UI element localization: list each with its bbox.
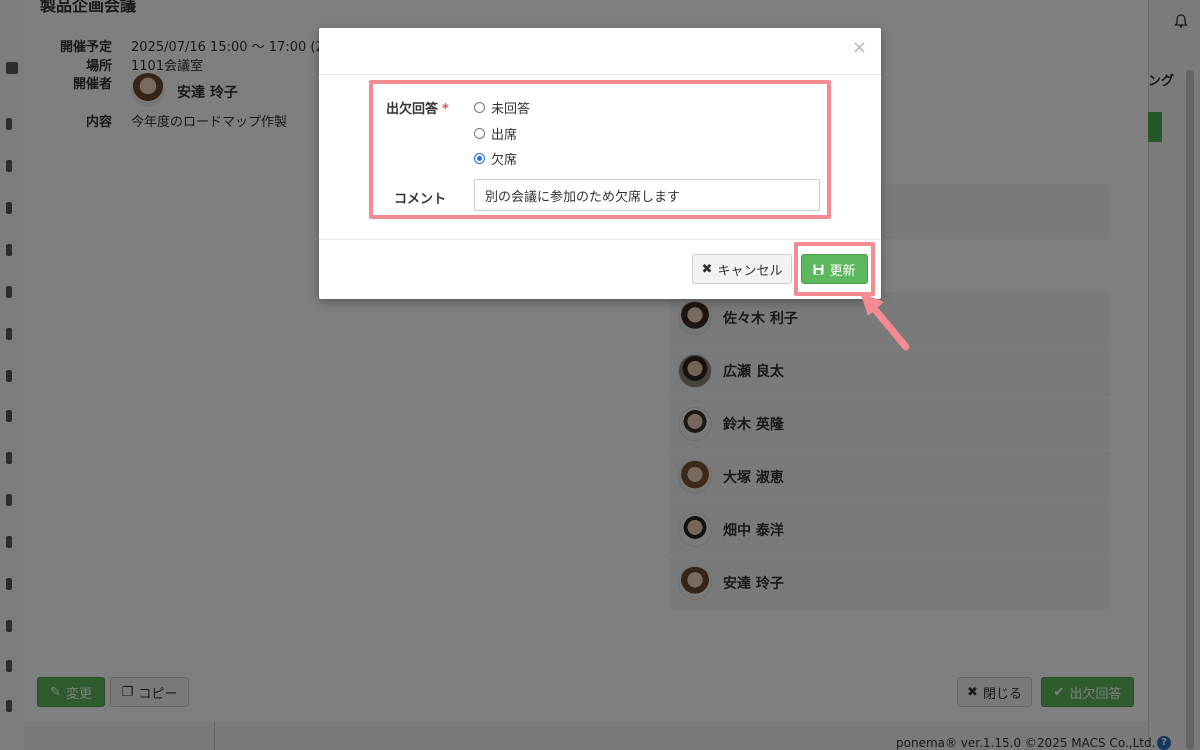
required-mark: * xyxy=(442,102,449,117)
update-button[interactable]: 更新 xyxy=(801,254,868,284)
divider xyxy=(319,239,881,240)
radio-label: 出席 xyxy=(491,128,518,143)
radio-button-selected[interactable] xyxy=(474,153,485,164)
divider xyxy=(319,74,881,75)
update-button-label: 更新 xyxy=(829,263,856,279)
radio-attend[interactable]: 出席 xyxy=(474,124,517,143)
comment-field[interactable] xyxy=(474,179,820,211)
pointer-arrow-icon xyxy=(860,292,910,351)
attendance-label: 出欠回答 * xyxy=(386,98,449,117)
close-icon[interactable]: × xyxy=(852,39,867,57)
attendance-modal: × 出欠回答* 未回答 出席 欠席 コメント ✖ キャンセル 更新 xyxy=(319,28,881,299)
radio-unanswered[interactable]: 未回答 xyxy=(474,98,530,117)
cancel-button[interactable]: ✖ キャンセル xyxy=(692,254,792,284)
radio-button[interactable] xyxy=(474,102,485,113)
radio-label: 未回答 xyxy=(491,102,531,117)
comment-label: コメント xyxy=(394,192,447,207)
radio-absent[interactable]: 欠席 xyxy=(474,149,517,168)
attendance-label-text: 出欠回答 xyxy=(386,102,439,117)
save-icon xyxy=(813,264,824,274)
radio-button[interactable] xyxy=(474,128,485,139)
cancel-button-label: キャンセル xyxy=(717,263,783,279)
close-x-icon: ✖ xyxy=(701,261,713,277)
radio-label: 欠席 xyxy=(491,153,518,168)
